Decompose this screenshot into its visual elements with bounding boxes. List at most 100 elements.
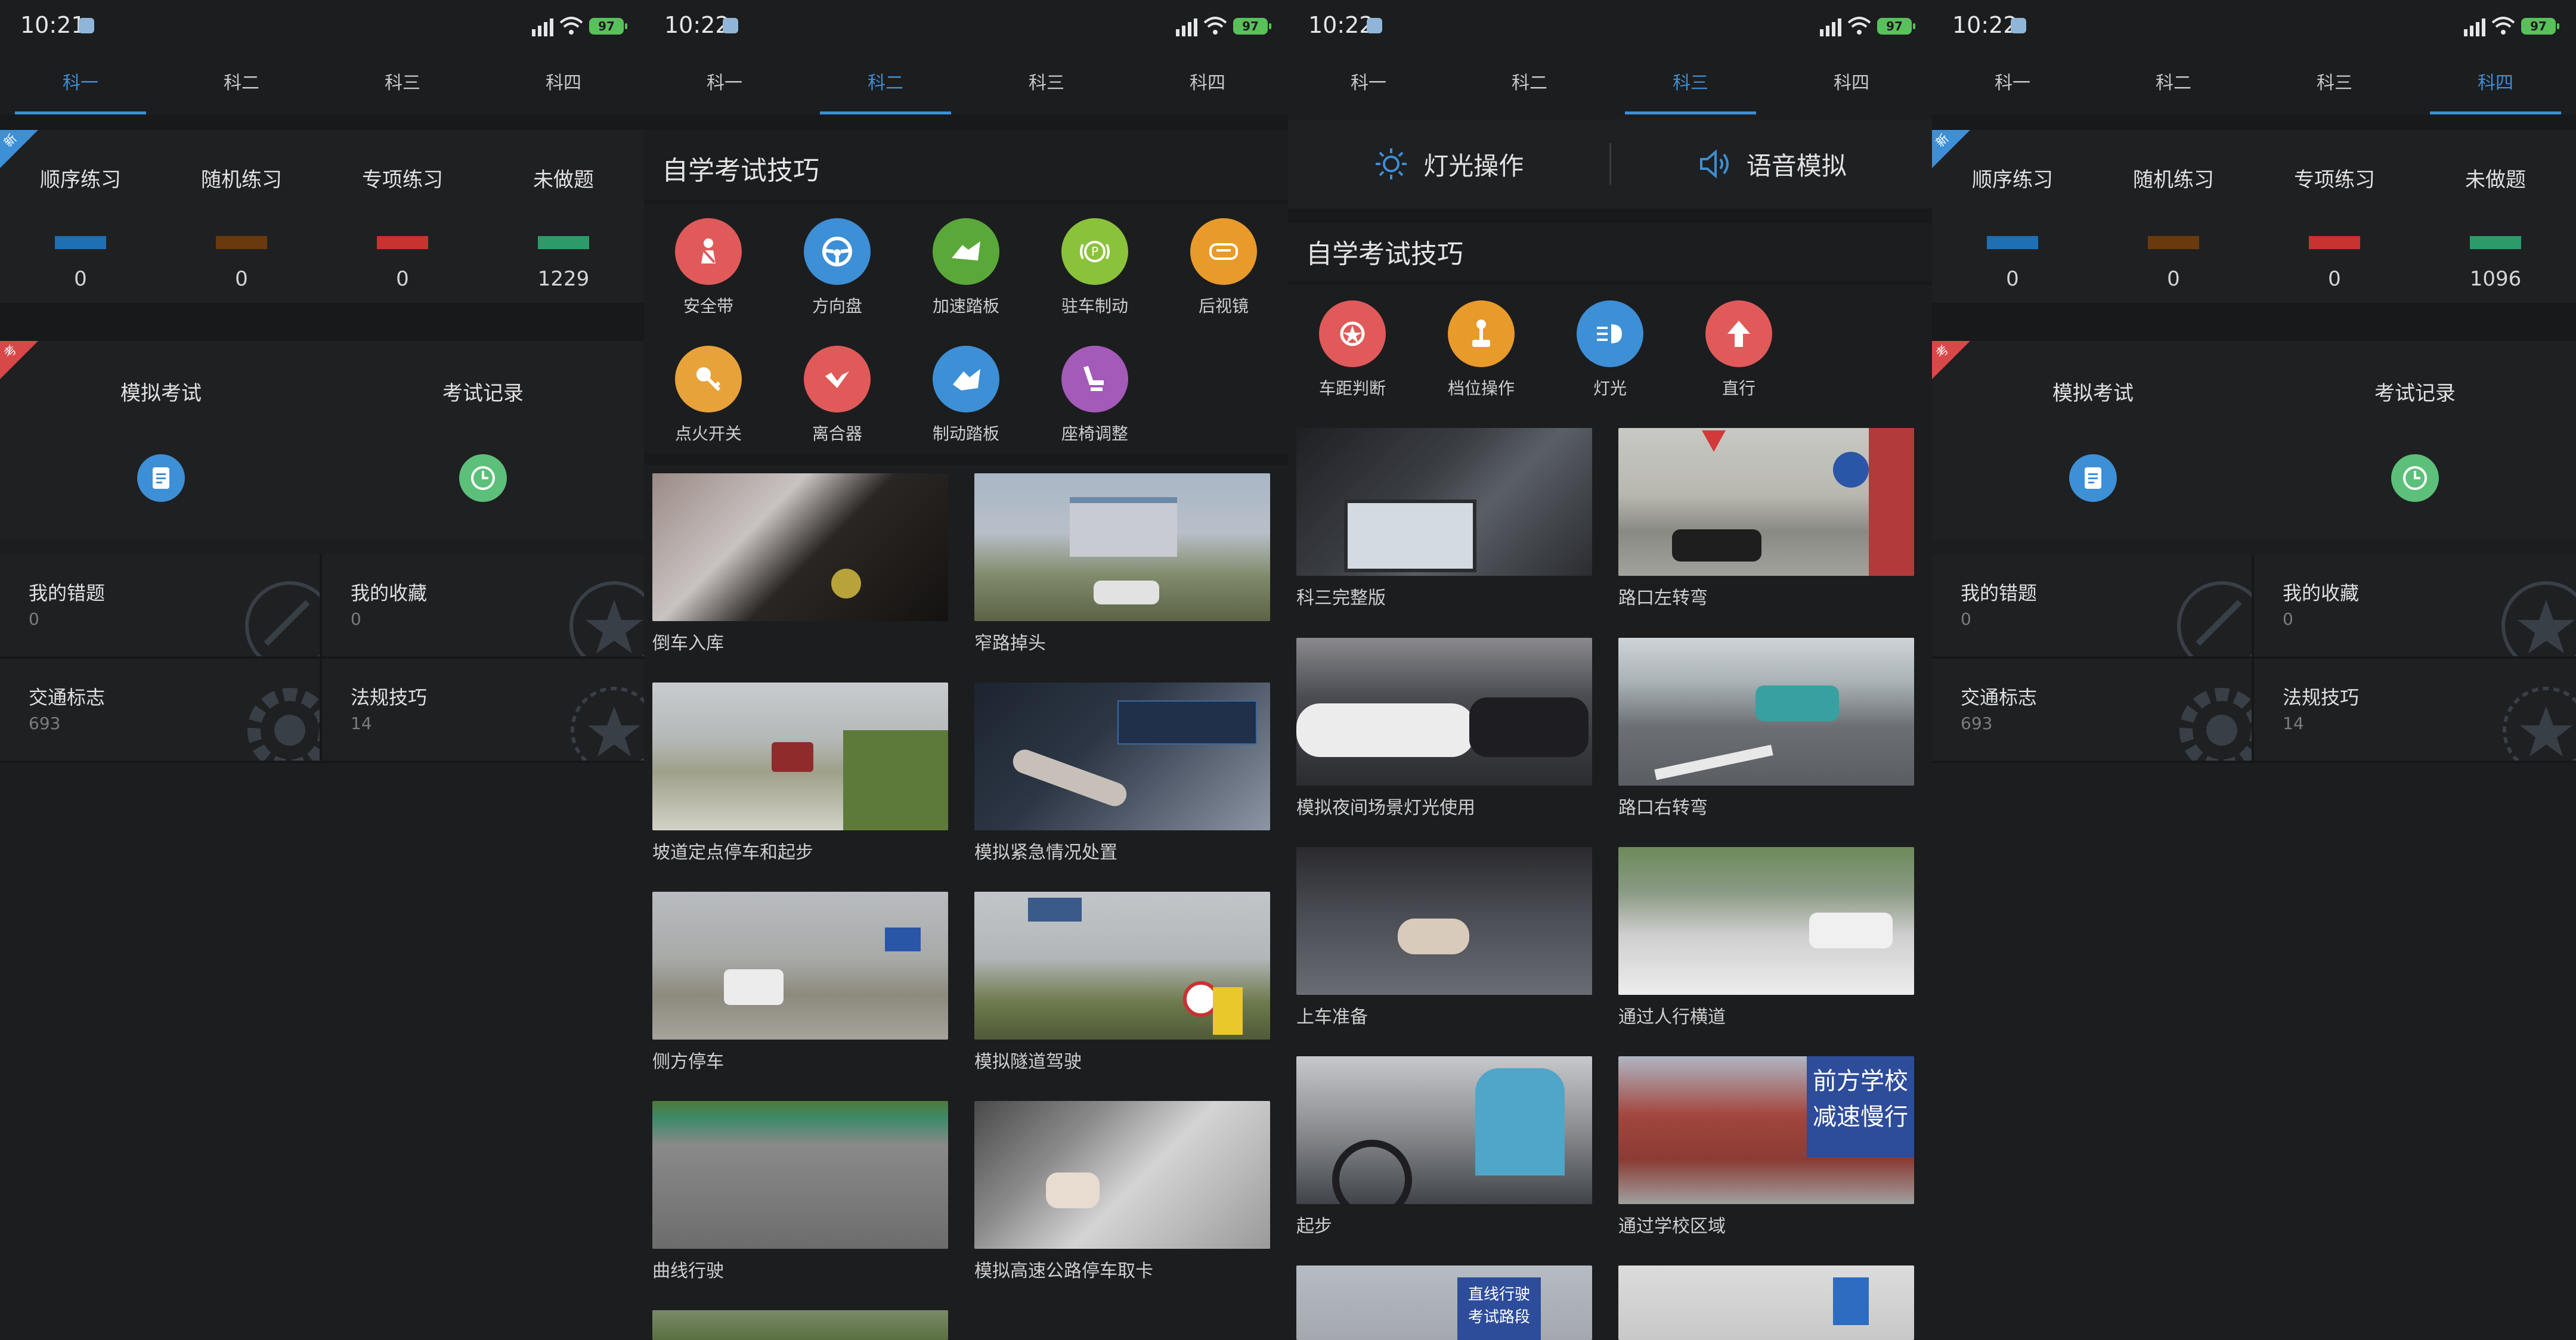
video-title[interactable]: 窄路掉头 — [974, 628, 1046, 655]
video-thumbnail[interactable] — [652, 892, 948, 1040]
light-operation-button[interactable]: 灯光操作 — [1288, 119, 1609, 209]
distance-judge-button[interactable]: 车距判断 — [1293, 300, 1412, 399]
video-thumbnail[interactable] — [652, 1310, 948, 1340]
steering-wheel-button[interactable]: 方向盘 — [778, 218, 897, 317]
video-thumbnail[interactable] — [974, 683, 1270, 830]
icon-label: 方向盘 — [812, 296, 862, 316]
tab-subject-1[interactable]: 科一 — [644, 60, 805, 114]
video-thumbnail[interactable] — [652, 1101, 948, 1249]
practice-undone[interactable]: 未做题 1096 — [2415, 130, 2576, 303]
video-thumbnail[interactable] — [1296, 428, 1592, 576]
wrong-questions-button[interactable]: 我的错题 0 — [1932, 554, 2254, 659]
rules-tips-button[interactable]: 法规技巧 14 — [2254, 659, 2576, 763]
video-thumbnail[interactable] — [974, 1101, 1270, 1249]
tab-subject-3[interactable]: 科三 — [966, 60, 1127, 114]
exam-record-button[interactable]: 考试记录 — [2254, 341, 2576, 539]
video-title[interactable]: 起步 — [1296, 1211, 1332, 1237]
tab-subject-2[interactable]: 科二 — [2093, 60, 2254, 114]
video-title[interactable]: 模拟夜间场景灯光使用 — [1296, 793, 1475, 819]
signal-icon — [1820, 16, 1841, 36]
video-thumbnail[interactable] — [652, 473, 948, 621]
battery-icon: 97 — [1233, 18, 1271, 35]
video-title[interactable]: 科三完整版 — [1296, 583, 1386, 609]
tab-subject-2[interactable]: 科二 — [1449, 60, 1610, 114]
rules-tips-button[interactable]: 法规技巧 14 — [322, 659, 644, 763]
practice-label: 未做题 — [533, 168, 594, 192]
mirror-button[interactable]: 后视镜 — [1164, 218, 1283, 317]
tab-subject-3[interactable]: 科三 — [2254, 60, 2415, 114]
clutch-button[interactable]: 离合器 — [778, 346, 897, 445]
video-title[interactable]: 模拟隧道驾驶 — [974, 1047, 1082, 1073]
tab-subject-1[interactable]: 科一 — [1932, 60, 2093, 114]
tab-subject-3[interactable]: 科三 — [1610, 60, 1771, 114]
video-thumbnail[interactable] — [1618, 1265, 1914, 1340]
tab-subject-4[interactable]: 科四 — [1127, 60, 1288, 114]
speaker-icon — [1699, 149, 1729, 179]
straight-button[interactable]: 直行 — [1679, 300, 1798, 399]
video-thumbnail[interactable] — [974, 892, 1270, 1040]
favorites-button[interactable]: 我的收藏 0 — [322, 554, 644, 659]
seat-adjust-button[interactable]: 座椅调整 — [1035, 346, 1154, 445]
video-title[interactable]: 通过人行横道 — [1618, 1002, 1726, 1028]
tab-subject-1[interactable]: 科一 — [0, 60, 161, 114]
video-title[interactable]: 侧方停车 — [652, 1047, 724, 1073]
video-thumbnail[interactable] — [1618, 847, 1914, 995]
voice-simulation-button[interactable]: 语音模拟 — [1611, 119, 1933, 209]
practice-random[interactable]: 随机练习 0 — [2093, 130, 2254, 303]
traffic-signs-button[interactable]: 交通标志 693 — [1932, 659, 2254, 763]
video-thumbnail[interactable] — [1618, 638, 1914, 786]
mock-exam-button[interactable]: 模拟考试 — [1932, 341, 2254, 539]
practice-random[interactable]: 随机练习 0 — [161, 130, 322, 303]
practice-undone[interactable]: 未做题 1229 — [483, 130, 644, 303]
wrong-questions-button[interactable]: 我的错题 0 — [0, 554, 322, 659]
favorites-button[interactable]: 我的收藏 0 — [2254, 554, 2576, 659]
exam-record-button[interactable]: 考试记录 — [322, 341, 644, 539]
grid-title: 我的收藏 — [351, 582, 428, 604]
clock-icon — [459, 454, 507, 502]
status-bar: 10:22 97 — [1932, 0, 2576, 57]
video-thumbnail[interactable] — [1618, 428, 1914, 576]
video-title[interactable]: 模拟紧急情况处置 — [974, 838, 1117, 864]
traffic-signs-button[interactable]: 交通标志 693 — [0, 659, 322, 763]
progress-bar — [538, 236, 589, 249]
video-thumbnail[interactable] — [1296, 847, 1592, 995]
practice-sequential[interactable]: 顺序练习 0 — [1932, 130, 2093, 303]
tab-subject-4[interactable]: 科四 — [2415, 60, 2576, 114]
video-thumbnail[interactable]: 直线行驶 考试路段 — [1296, 1265, 1592, 1340]
video-title[interactable]: 上车准备 — [1296, 1002, 1368, 1028]
video-thumbnail[interactable] — [1296, 1056, 1592, 1204]
sign-text: 考试路段 — [1467, 1308, 1530, 1326]
video-thumbnail[interactable] — [974, 473, 1270, 621]
seatbelt-button[interactable]: 安全带 — [649, 218, 768, 317]
video-title[interactable]: 路口右转弯 — [1618, 793, 1708, 819]
practice-topic[interactable]: 专项练习 0 — [322, 130, 483, 303]
video-thumbnail[interactable]: 前方学校 减速慢行 — [1618, 1056, 1914, 1204]
tab-subject-2[interactable]: 科二 — [805, 60, 966, 114]
icon-label: 车距判断 — [1318, 379, 1386, 398]
gear-operation-button[interactable]: 档位操作 — [1422, 300, 1541, 399]
tab-subject-4[interactable]: 科四 — [1771, 60, 1932, 114]
progress-bar — [2470, 236, 2521, 249]
video-title[interactable]: 路口左转弯 — [1618, 583, 1708, 609]
accelerator-icon — [933, 218, 999, 285]
video-title[interactable]: 模拟高速公路停车取卡 — [974, 1256, 1153, 1282]
mock-exam-button[interactable]: 模拟考试 — [0, 341, 322, 539]
brake-button[interactable]: 制动踏板 — [906, 346, 1026, 445]
video-title[interactable]: 通过学校区域 — [1618, 1211, 1726, 1237]
accelerator-button[interactable]: 加速踏板 — [906, 218, 1026, 317]
video-thumbnail[interactable] — [652, 683, 948, 830]
practice-sequential[interactable]: 顺序练习 0 — [0, 130, 161, 303]
lights-button[interactable]: 灯光 — [1550, 300, 1670, 399]
video-thumbnail[interactable] — [1296, 638, 1592, 786]
tab-subject-2[interactable]: 科二 — [161, 60, 322, 114]
tab-subject-3[interactable]: 科三 — [322, 60, 483, 114]
video-title[interactable]: 曲线行驶 — [652, 1256, 724, 1282]
system-icons: 97 — [532, 14, 627, 38]
ignition-button[interactable]: 点火开关 — [649, 346, 768, 445]
tab-subject-4[interactable]: 科四 — [483, 60, 644, 114]
video-title[interactable]: 坡道定点停车和起步 — [652, 838, 813, 864]
tab-subject-1[interactable]: 科一 — [1288, 60, 1449, 114]
video-title[interactable]: 倒车入库 — [652, 628, 724, 655]
practice-topic[interactable]: 专项练习 0 — [2254, 130, 2415, 303]
parking-brake-button[interactable]: P 驻车制动 — [1035, 218, 1154, 317]
